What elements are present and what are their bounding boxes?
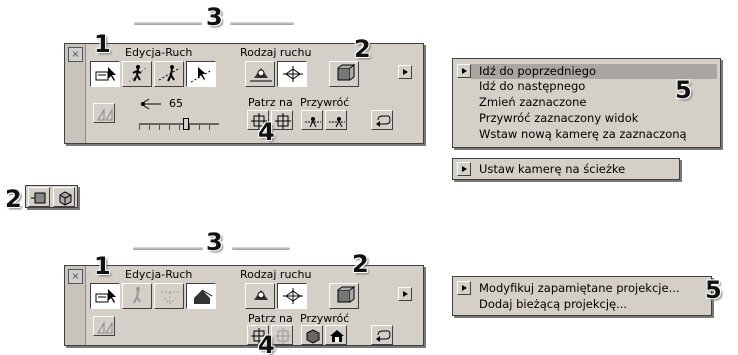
annotation-4: 4: [258, 118, 275, 146]
group-label-edit-move: Edycja-Ruch: [125, 46, 193, 59]
annotation-line: [134, 22, 202, 25]
camera-pair-button[interactable]: [93, 316, 115, 336]
annotation-5: 5: [675, 76, 692, 104]
undo-arrow-icon: [376, 115, 391, 127]
menu-item-change-selected[interactable]: Zmień zaznaczone: [475, 95, 591, 110]
camera-restore-icon: [329, 117, 345, 128]
menu-item-insert-new-camera[interactable]: Wstaw nową kamerę za zaznaczoną: [475, 127, 691, 142]
path-walk-tool-button[interactable]: [154, 61, 184, 87]
path-walker-icon: [158, 65, 181, 82]
view-angle-icon: [140, 98, 161, 110]
camera-pair-button[interactable]: [93, 103, 115, 123]
camera-view-cube-button[interactable]: [53, 187, 75, 207]
menu-item-modify-projections[interactable]: Modyfikuj zapamiętane projekcje...: [475, 281, 684, 296]
crosshair-icon: [283, 66, 303, 82]
path-context-menu: Ustaw kamerę na ścieżke: [452, 158, 680, 180]
camera-view-mini-palette: [25, 185, 78, 208]
house-camera-icon: [194, 289, 213, 304]
annotation-3: 3: [206, 3, 223, 31]
group-label-motion-type: Rodzaj ruchu: [240, 46, 312, 59]
annotation-line: [230, 22, 294, 25]
camera-restore-icon: [305, 117, 321, 128]
menu-item-next[interactable]: Idź do następnego: [475, 79, 589, 94]
box-view-icon: [306, 329, 320, 344]
annotation-2-bottom: 2: [352, 250, 369, 278]
pointer-edit-icon: [95, 67, 116, 81]
undo-button[interactable]: [371, 325, 393, 345]
undo-button[interactable]: [371, 110, 393, 130]
projection-menu-arrow-button[interactable]: [398, 287, 412, 301]
slider-thumb[interactable]: [183, 118, 189, 130]
annotation-1-bottom: 1: [94, 252, 111, 280]
fly-mode-button[interactable]: [245, 61, 275, 87]
walk-tool-button[interactable]: [122, 61, 152, 87]
look-at-label: Patrz na: [248, 96, 293, 109]
camera-view-button[interactable]: [329, 283, 359, 309]
path-edit-tool-button[interactable]: [186, 61, 216, 87]
crosshair-box-icon: [275, 328, 291, 344]
crosshair-icon: [283, 288, 303, 304]
camera-menu-arrow-button[interactable]: [398, 65, 412, 79]
menu-arrow-icon: [457, 162, 471, 176]
projection-context-menu: Modyfikuj zapamiętane projekcje... Dodaj…: [452, 276, 712, 316]
edit-tool-button[interactable]: [90, 283, 120, 309]
camera-view-prev-button[interactable]: [28, 187, 50, 207]
view-angle-slider[interactable]: [139, 118, 219, 130]
group-label-motion-type: Rodzaj ruchu: [240, 268, 312, 281]
look-at-label: Patrz na: [248, 312, 293, 325]
palette-sidebar: ×: [65, 266, 86, 345]
camera-target-icon: [254, 290, 268, 300]
view-angle-value: 65: [169, 97, 183, 110]
orbit-mode-button[interactable]: [277, 283, 307, 309]
orbit-mode-button[interactable]: [277, 61, 307, 87]
house-icon: [330, 330, 344, 342]
walking-person-icon: [133, 287, 141, 304]
restore-view-button[interactable]: [301, 110, 323, 130]
menu-arrow-icon: [457, 64, 471, 78]
annotation-line: [232, 247, 290, 250]
pointer-edit-icon: [95, 289, 116, 303]
walk-tool-button-disabled[interactable]: [122, 283, 152, 309]
close-button[interactable]: ×: [68, 269, 83, 284]
path-tool-button-disabled[interactable]: [154, 283, 184, 309]
walking-person-icon: [128, 65, 148, 83]
undo-arrow-icon: [376, 330, 391, 342]
dashed-path-icon: [161, 291, 179, 305]
annotation-5-bottom: 5: [705, 276, 722, 304]
edit-tool-button[interactable]: [90, 61, 120, 87]
camera-pair-icon: [97, 321, 113, 334]
menu-arrow-icon: [457, 281, 471, 295]
annotation-4-bottom: 4: [258, 331, 275, 355]
palette-sidebar: ×: [65, 44, 86, 143]
house-view-tool-button[interactable]: [186, 283, 216, 309]
annotation-2: 2: [354, 35, 371, 63]
close-button[interactable]: ×: [68, 47, 83, 62]
camera-target-icon: [250, 68, 272, 82]
camera-side-icon: [31, 192, 46, 204]
annotation-line: [133, 247, 203, 250]
home-view-button[interactable]: [325, 325, 347, 345]
menu-item-set-camera-on-path[interactable]: Ustaw kamerę na ścieżke: [475, 162, 629, 177]
restore-label: Przywróć: [300, 312, 350, 325]
camera-pair-icon: [97, 108, 113, 121]
annotation-1: 1: [94, 30, 111, 58]
crosshair-box-icon: [275, 113, 291, 129]
restore-label: Przywróć: [300, 96, 350, 109]
restore-camera-button[interactable]: [325, 110, 347, 130]
camera-view-button[interactable]: [329, 61, 359, 87]
menu-item-restore-selected-view[interactable]: Przywróć zaznaczony widok: [475, 111, 642, 126]
camera-palette-compact: × Edycja-Ruch Rodzaj ruchu Patrz na Przy…: [64, 265, 424, 346]
path-pointer-icon: [190, 67, 213, 83]
cube-icon: [59, 191, 72, 206]
camera-box-icon: [337, 64, 356, 81]
annotation-2-small: 2: [5, 185, 22, 213]
camera-box-icon: [337, 286, 356, 303]
menu-item-add-projection[interactable]: Dodaj bieżącą projekcję...: [475, 297, 631, 312]
restore-projection-button[interactable]: [301, 325, 323, 345]
annotation-3-bottom: 3: [206, 228, 223, 256]
fly-mode-button[interactable]: [245, 283, 275, 309]
group-label-edit-move: Edycja-Ruch: [125, 268, 193, 281]
